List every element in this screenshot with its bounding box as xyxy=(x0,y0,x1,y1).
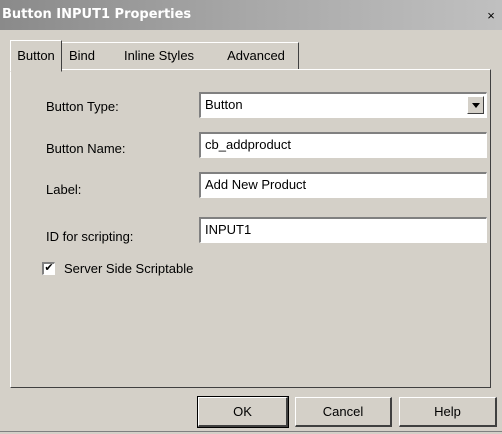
button-type-label: Button Type: xyxy=(46,99,119,114)
tab-advanced[interactable]: Advanced xyxy=(214,42,299,69)
cancel-button[interactable]: Cancel xyxy=(295,397,392,427)
close-icon[interactable]: × xyxy=(484,9,498,23)
label-field-label: Label: xyxy=(46,182,82,197)
server-side-checkbox[interactable]: ✔ xyxy=(42,262,55,275)
button-name-label: Button Name: xyxy=(46,141,126,156)
chevron-down-icon[interactable] xyxy=(467,96,484,114)
ok-button[interactable]: OK xyxy=(197,396,289,428)
bottom-divider xyxy=(0,431,502,432)
button-type-select[interactable]: Button xyxy=(199,92,487,118)
tab-bind[interactable]: Bind xyxy=(60,42,105,69)
button-type-value: Button xyxy=(205,97,243,112)
button-name-field[interactable]: cb_addproduct xyxy=(199,132,487,158)
id-scripting-field[interactable]: INPUT1 xyxy=(199,217,487,243)
id-scripting-label: ID for scripting: xyxy=(46,229,134,244)
help-button[interactable]: Help xyxy=(399,397,497,427)
tab-inline-styles[interactable]: Inline Styles xyxy=(104,42,215,69)
title-bar[interactable]: Button INPUT1 Properties × xyxy=(0,0,502,30)
server-side-label: Server Side Scriptable xyxy=(64,261,194,276)
label-field[interactable]: Add New Product xyxy=(199,172,487,198)
window-title: Button INPUT1 Properties xyxy=(2,7,192,22)
tab-button[interactable]: Button xyxy=(10,40,62,72)
